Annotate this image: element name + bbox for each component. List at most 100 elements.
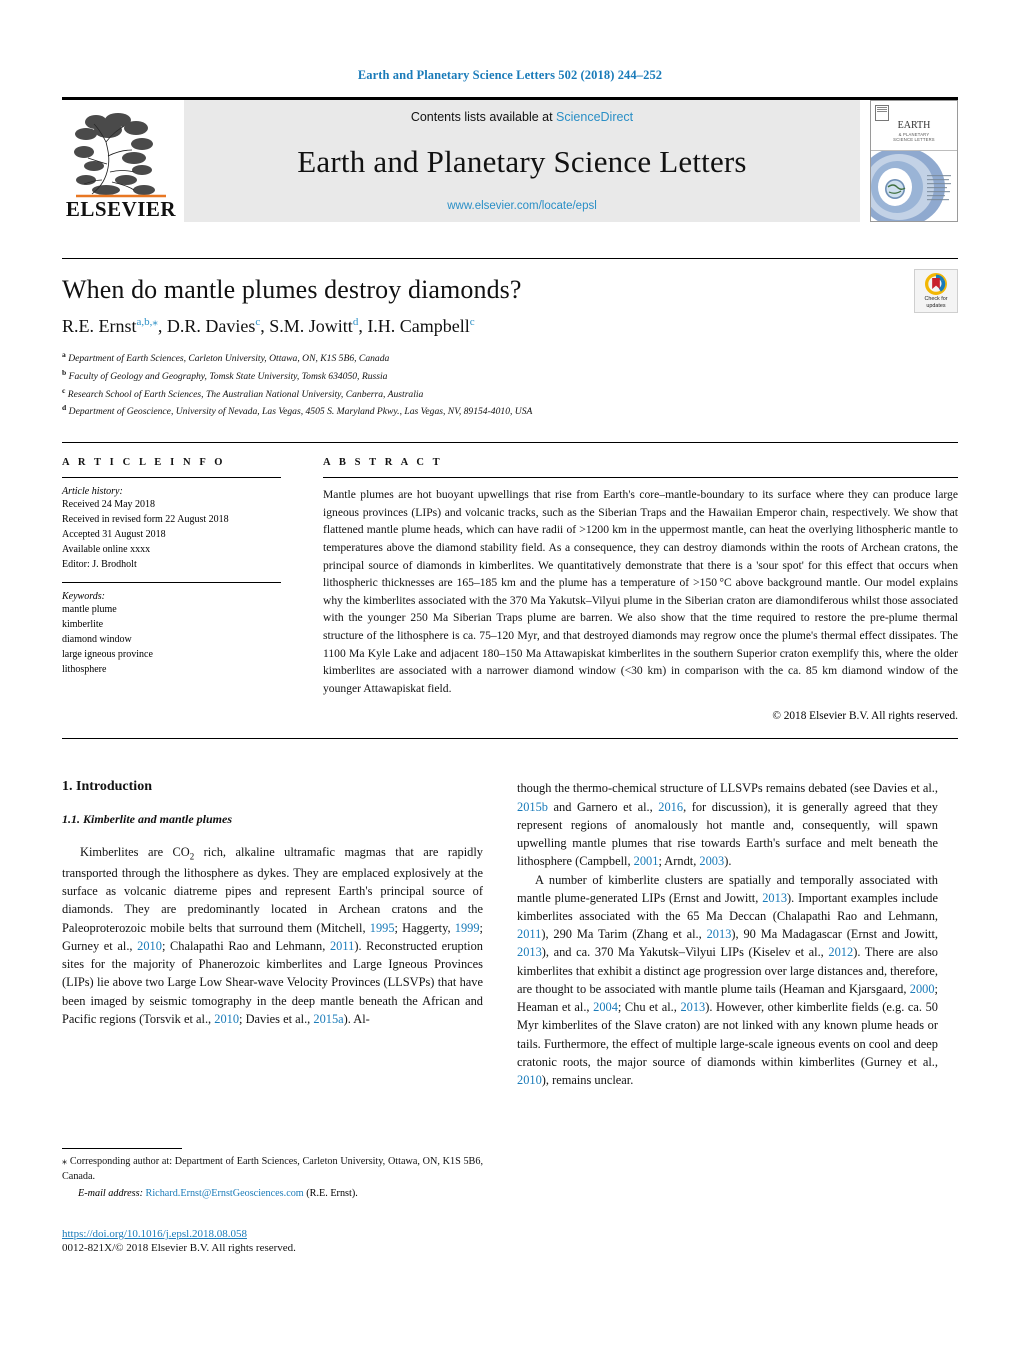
section-heading-introduction: 1. Introduction	[62, 779, 152, 795]
text-run: ; Chu et al.,	[617, 1000, 681, 1015]
crossmark-badge[interactable]: Check for updates	[914, 269, 958, 313]
text-run: Kimberlites are CO	[80, 845, 190, 860]
text-run: ). Al-	[343, 1011, 370, 1026]
journal-title: Earth and Planetary Science Letters	[297, 144, 747, 179]
text-run: though the thermo-chemical structure of …	[517, 781, 938, 796]
author-entry: R.E. Ernsta,b,⁎	[62, 316, 158, 336]
elsevier-tree-icon	[74, 113, 166, 198]
info-abstract-row: A R T I C L E I N F O Article history: R…	[62, 443, 958, 722]
keyword-item: large igneous province	[62, 649, 153, 661]
author-entry: S.M. Jowittd	[269, 316, 358, 336]
citation-link[interactable]: 2015a	[313, 1012, 343, 1026]
keywords-block: Keywords: mantle plume kimberlite diamon…	[62, 582, 281, 677]
keyword-item: kimberlite	[62, 619, 104, 631]
keywords-rule	[62, 582, 281, 584]
elsevier-logo: ELSEVIER	[62, 100, 180, 222]
subsection-heading: 1.1. Kimberlite and mantle plumes	[62, 812, 233, 827]
cover-top: EARTH & PLANETARY SCIENCE LETTERS	[871, 101, 957, 152]
affiliation-list: a Department of Earth Sciences, Carleton…	[62, 349, 958, 420]
citation-link[interactable]: 2010	[517, 1073, 542, 1087]
footnote-block: ⁎ Corresponding author at: Department of…	[62, 1148, 483, 1201]
text-run: ; Haggerty,	[394, 920, 455, 935]
citation-link[interactable]: 2013	[680, 1000, 705, 1014]
body-column-right: though the thermo-chemical structure of …	[517, 779, 938, 1089]
email-label: E-mail address:	[78, 1187, 143, 1199]
text-run: ; Chalapathi Rao and Lehmann,	[161, 938, 330, 953]
footnote-rule	[62, 1148, 182, 1149]
elsevier-wordmark: ELSEVIER	[65, 197, 177, 221]
history-item: Available online xxxx	[62, 544, 151, 556]
body-columns: 1. Introduction 1.1. Kimberlite and mant…	[62, 779, 958, 1089]
citation-link[interactable]: 2010	[214, 1012, 239, 1026]
citation-link[interactable]: 2011	[517, 927, 541, 941]
paragraph-right-2: A number of kimberlite clusters are spat…	[517, 871, 938, 1090]
article-info-column: A R T I C L E I N F O Article history: R…	[62, 457, 305, 722]
citation-link[interactable]: 2011	[330, 939, 354, 953]
author-marks: c	[469, 316, 475, 328]
crossmark-icon	[925, 272, 947, 295]
citation-link[interactable]: 2013	[517, 945, 542, 959]
journal-article-page: Earth and Planetary Science Letters 502 …	[0, 0, 1020, 1351]
affiliation-item: a Department of Earth Sciences, Carleton…	[62, 349, 958, 367]
affiliation-text: Faculty of Geology and Geography, Tomsk …	[68, 370, 388, 382]
abstract-text: Mantle plumes are hot buoyant upwellings…	[323, 488, 958, 695]
contents-prefix: Contents lists available at	[410, 110, 557, 124]
keyword-item: mantle plume	[62, 604, 117, 616]
article-info-rule	[62, 477, 281, 479]
abstract-heading: A B S T R A C T	[323, 457, 443, 469]
text-run: ), 90 Ma Madagascar (Ernst and Jowitt,	[731, 927, 938, 942]
citation-link[interactable]: 2010	[137, 939, 162, 953]
text-run: and Garnero et al.,	[547, 799, 659, 814]
abstract-column: A B S T R A C T Mantle plumes are hot bu…	[305, 457, 958, 722]
page-title: When do mantle plumes destroy diamonds?	[62, 275, 522, 304]
author-marks: a,b,⁎	[136, 316, 158, 328]
doi-link[interactable]: https://doi.org/10.1016/j.epsl.2018.08.0…	[62, 1228, 483, 1240]
corresponding-author-mark: ⁎	[62, 1156, 68, 1167]
citation-link[interactable]: 2003	[699, 854, 724, 868]
keyword-item: lithosphere	[62, 664, 107, 676]
history-item: Received 24 May 2018	[62, 499, 156, 511]
paragraph-left-1: Kimberlites are CO2 rich, alkaline ultra…	[62, 843, 483, 1028]
affiliation-item: b Faculty of Geology and Geography, Toms…	[62, 367, 958, 385]
text-run: ).	[724, 854, 732, 869]
citation-link[interactable]: 2004	[593, 1000, 618, 1014]
citation-link[interactable]: 2012	[828, 945, 853, 959]
citation-link[interactable]: 1995	[370, 921, 395, 935]
author-name: I.H. Campbell	[367, 316, 470, 336]
citation-link[interactable]: 2016	[658, 800, 683, 814]
corresponding-author-note: ⁎ Corresponding author at: Department of…	[62, 1155, 483, 1185]
abstract-copyright: © 2018 Elsevier B.V. All rights reserved…	[772, 710, 958, 723]
affiliation-mark: d	[62, 403, 67, 413]
masthead-center: Contents lists available at ScienceDirec…	[184, 100, 860, 222]
affiliation-text: Department of Earth Sciences, Carleton U…	[68, 353, 390, 365]
author-marks: c	[255, 316, 261, 328]
cover-subtitle: & PLANETARY SCIENCE LETTERS	[893, 132, 935, 143]
running-head: Earth and Planetary Science Letters 502 …	[357, 68, 663, 82]
article-info-heading: A R T I C L E I N F O	[62, 457, 226, 469]
text-run: ), and ca. 370 Ma Yakutsk–Vilyui LIPs (K…	[541, 945, 829, 960]
author-name: D.R. Davies	[166, 316, 256, 336]
info-divider-bottom	[62, 738, 958, 740]
history-item: Accepted 31 August 2018	[62, 529, 166, 541]
history-item: Editor: J. Brodholt	[62, 559, 137, 571]
email-suffix: (R.E. Ernst).	[306, 1187, 358, 1199]
sciencedirect-link[interactable]: ScienceDirect	[556, 110, 633, 124]
history-item: Received in revised form 22 August 2018	[62, 514, 229, 526]
keyword-item: diamond window	[62, 634, 132, 646]
cover-title: EARTH	[897, 120, 931, 131]
journal-homepage-link[interactable]: www.elsevier.com/locate/epsl	[447, 200, 597, 212]
citation-link[interactable]: 2013	[707, 927, 732, 941]
author-marks: d	[352, 316, 359, 328]
citation-link[interactable]: 2000	[910, 982, 935, 996]
body-column-left: 1. Introduction 1.1. Kimberlite and mant…	[62, 779, 483, 1089]
citation-link[interactable]: 2013	[762, 891, 787, 905]
citation-link[interactable]: 2015b	[517, 800, 548, 814]
citation-link[interactable]: 2001	[634, 854, 659, 868]
issn-copyright-line: 0012-821X/© 2018 Elsevier B.V. All right…	[62, 1242, 296, 1254]
paragraph-right-1: though the thermo-chemical structure of …	[517, 779, 938, 870]
email-link[interactable]: Richard.Ernst@ErnstGeosciences.com	[146, 1188, 304, 1199]
title-block: Check for updates When do mantle plumes d…	[62, 259, 958, 420]
citation-link[interactable]: 1999	[455, 921, 480, 935]
email-note: E-mail address: Richard.Ernst@ErnstGeosc…	[62, 1187, 483, 1202]
journal-masthead: ELSEVIER Contents lists available at Sci…	[62, 97, 958, 222]
